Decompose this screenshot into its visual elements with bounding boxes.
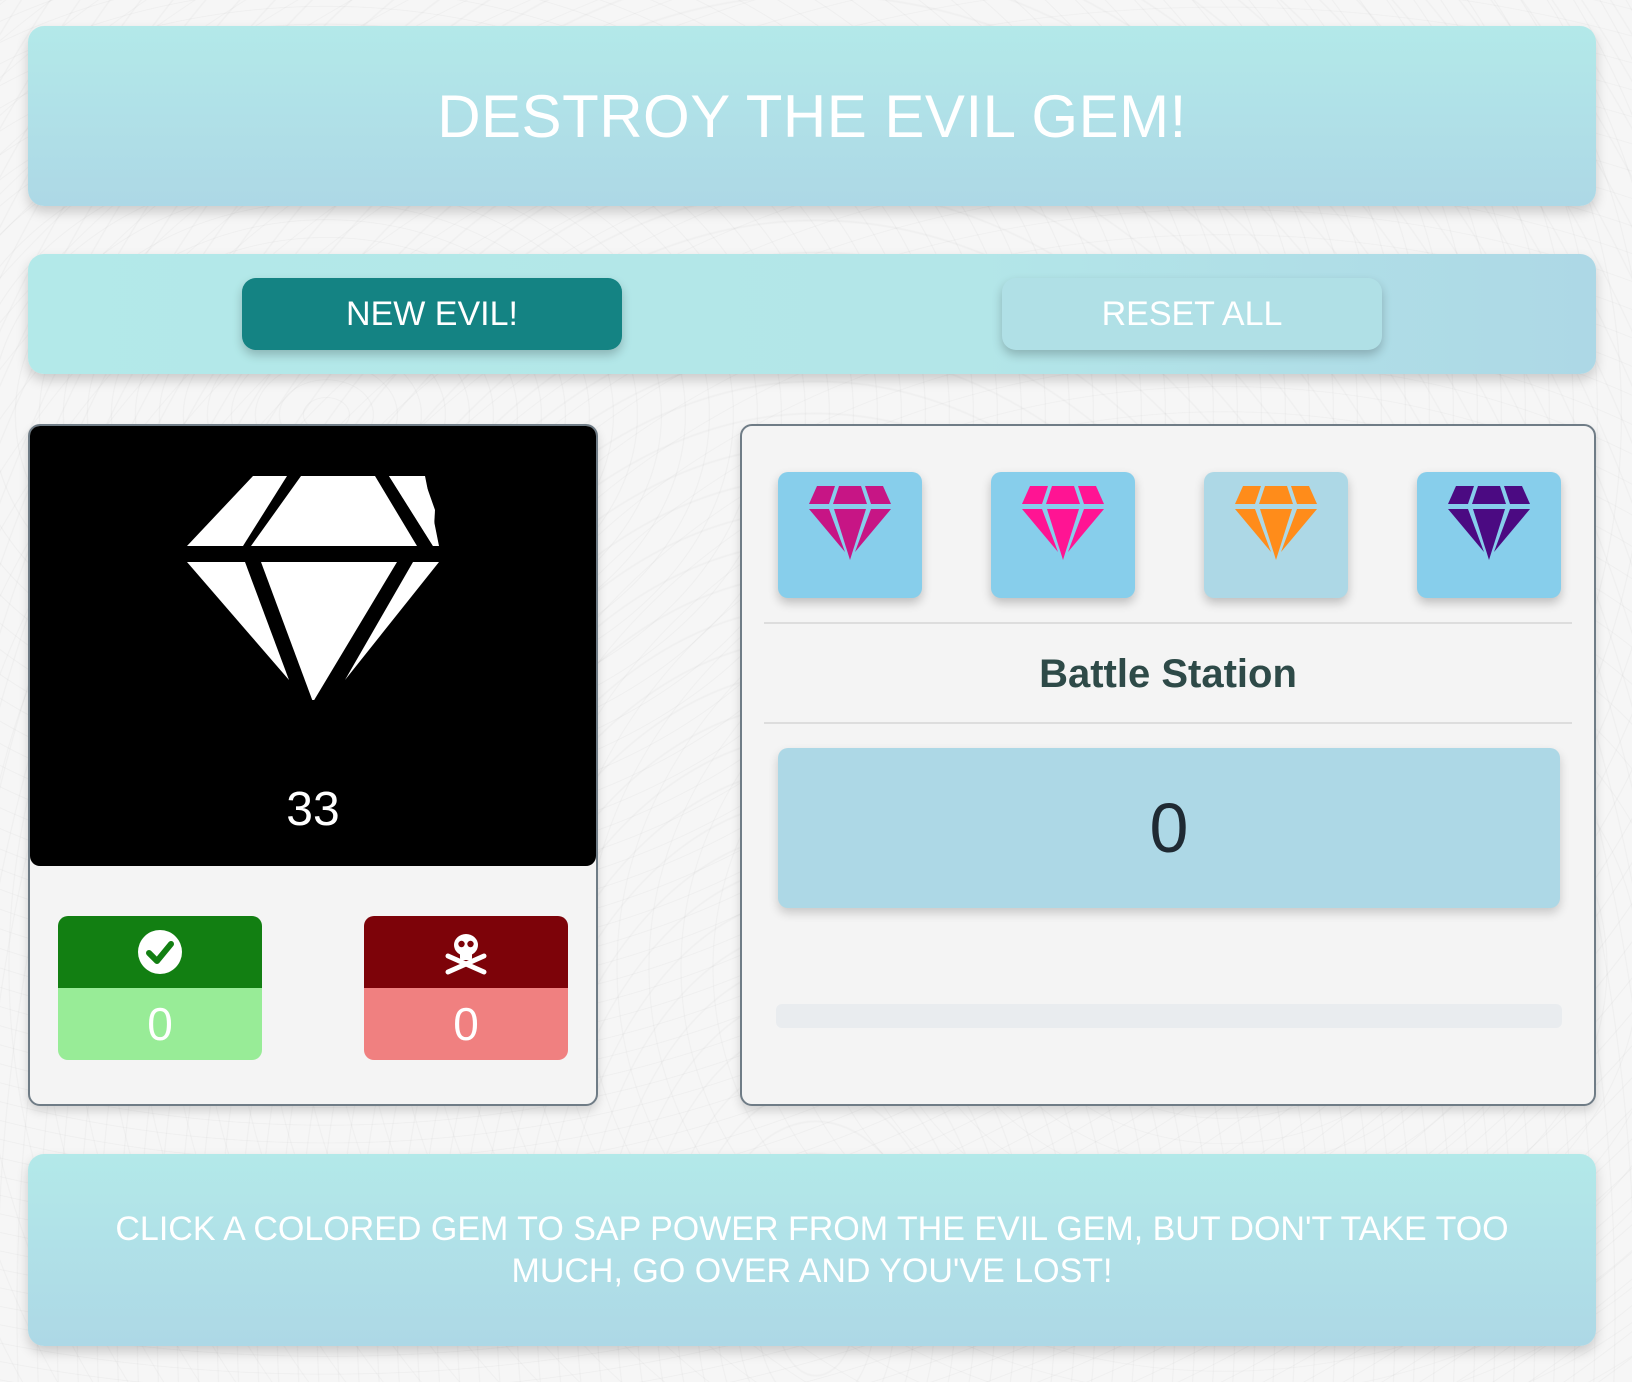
score-display: 0 <box>778 748 1560 908</box>
wins-count: 0 <box>58 988 262 1060</box>
gem-icon <box>1235 486 1317 560</box>
losses-count: 0 <box>364 988 568 1060</box>
gem-button-pink[interactable] <box>991 472 1135 598</box>
gem-icon <box>1022 486 1104 560</box>
instructions-text: CLICK A COLORED GEM TO SAP POWER FROM TH… <box>115 1210 1509 1290</box>
skull-crossbones-icon <box>445 934 487 975</box>
wins-tally: 0 <box>58 916 262 1060</box>
title-banner: DESTROY THE EVIL GEM! <box>28 26 1596 206</box>
check-circle-icon <box>138 930 182 974</box>
gem-button-violet-red[interactable] <box>778 472 922 598</box>
gem-button-indigo[interactable] <box>1417 472 1561 598</box>
gem-button-orange[interactable] <box>1204 472 1348 598</box>
page-title: DESTROY THE EVIL GEM! <box>437 82 1187 150</box>
losses-header <box>364 916 568 988</box>
evil-gem-target-value: 33 <box>286 783 340 836</box>
divider <box>764 622 1572 624</box>
evil-gem-display: 33 <box>30 426 596 866</box>
gem-icon <box>187 476 439 700</box>
gem-icon <box>809 486 891 560</box>
reset-all-button[interactable]: RESET ALL <box>1002 278 1382 350</box>
evil-gem-card: 33 0 0 <box>28 424 598 1106</box>
losses-tally: 0 <box>364 916 568 1060</box>
progress-bar <box>776 1004 1562 1028</box>
battle-station-card: Battle Station 0 <box>740 424 1596 1106</box>
controls-bar: NEW EVIL! RESET ALL <box>28 254 1596 374</box>
gem-icon <box>1448 486 1530 560</box>
battle-station-title: Battle Station <box>1039 652 1297 696</box>
divider <box>764 722 1572 724</box>
new-evil-button[interactable]: NEW EVIL! <box>242 278 622 350</box>
wins-header <box>58 916 262 988</box>
instructions-banner: CLICK A COLORED GEM TO SAP POWER FROM TH… <box>28 1154 1596 1346</box>
